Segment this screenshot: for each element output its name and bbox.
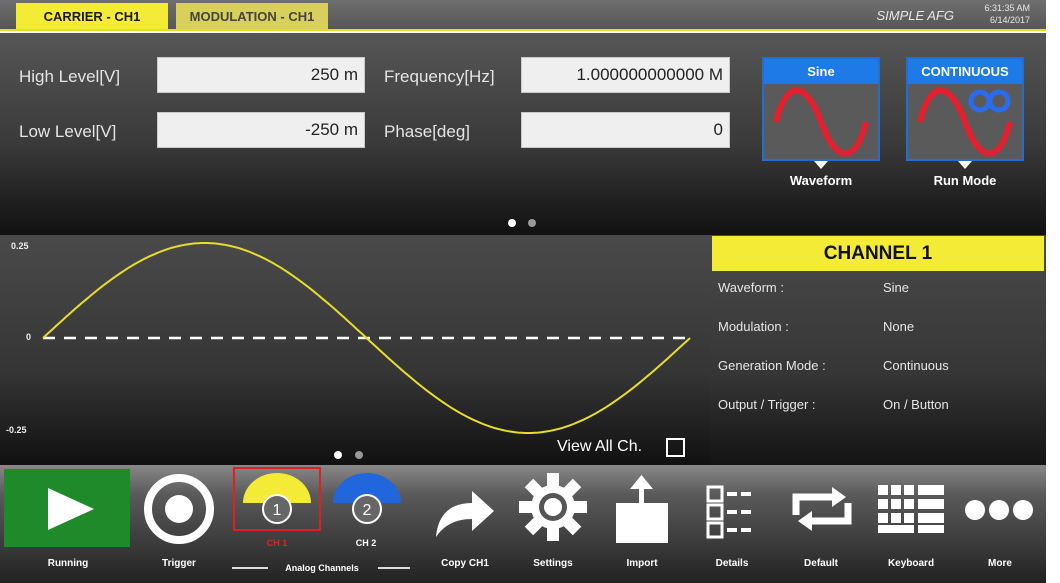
info-generation-mode-value: Continuous <box>883 358 949 373</box>
channel-title: CHANNEL 1 <box>712 236 1044 271</box>
page-dot[interactable] <box>528 219 536 227</box>
copy-label: Copy CH1 <box>441 558 489 569</box>
tab-carrier[interactable]: CARRIER - CH1 <box>16 3 168 29</box>
keypad-icon[interactable] <box>876 483 946 535</box>
info-output-trigger-value: On / Button <box>883 397 949 412</box>
run-button[interactable] <box>4 469 130 547</box>
view-all-channels-label: View All Ch. <box>557 438 643 455</box>
run-label: Running <box>47 558 89 569</box>
import-icon[interactable] <box>612 473 672 545</box>
low-level-field[interactable]: -250 m <box>157 112 365 148</box>
waveform-caption: Waveform <box>789 173 853 188</box>
info-waveform-value: Sine <box>883 280 910 295</box>
waveform-dropdown-icon[interactable] <box>814 161 828 169</box>
frequency-label: Frequency[Hz] <box>384 67 495 86</box>
channel-1-gauge-icon: 1 <box>243 473 311 524</box>
settings-label: Settings <box>533 558 573 569</box>
gear-icon[interactable] <box>517 471 589 543</box>
plot-page-dot-active[interactable] <box>334 451 342 459</box>
play-icon <box>48 488 94 530</box>
channel-2-number: 2 <box>363 502 372 519</box>
trigger-button[interactable] <box>143 473 215 545</box>
channel-1-label: CH 1 <box>266 538 288 548</box>
more-dots-icon[interactable] <box>964 495 1034 525</box>
channel-2-button[interactable]: 2 <box>325 469 409 529</box>
plot-page-dot[interactable] <box>355 451 363 459</box>
bottom-toolbar: Running Trigger 1 CH 1 2 CH 2 Analog Cha… <box>0 465 1046 583</box>
infinity-icon <box>917 87 1013 157</box>
phase-label: Phase[deg] <box>384 122 471 141</box>
analog-rule-right <box>378 567 410 569</box>
parameter-panel: High Level[V] 250 m Low Level[V] -250 m … <box>0 33 1046 235</box>
channel-2-label: CH 2 <box>355 538 377 548</box>
copy-arrow-icon[interactable] <box>432 483 498 543</box>
high-level-field[interactable]: 250 m <box>157 57 365 93</box>
waveform-plot: 0.25 0 -0.25 View All Ch. <box>0 235 710 465</box>
details-label: Details <box>715 558 749 569</box>
clock-time: 6:31:35 AM <box>984 3 1030 13</box>
high-level-label: High Level[V] <box>19 67 121 86</box>
tab-modulation[interactable]: MODULATION - CH1 <box>176 3 328 29</box>
channel-1-number: 1 <box>273 502 282 519</box>
run-mode-caption: Run Mode <box>933 173 997 188</box>
view-all-channels-checkbox[interactable] <box>666 438 685 457</box>
info-generation-mode-key: Generation Mode : <box>718 358 826 373</box>
more-label: More <box>988 558 1012 569</box>
info-output-trigger-key: Output / Trigger : <box>718 397 816 412</box>
run-mode-title: CONTINUOUS <box>908 59 1022 84</box>
channel-1-button[interactable]: 1 <box>233 467 321 531</box>
reset-loop-icon[interactable] <box>788 485 856 533</box>
details-list-icon[interactable] <box>704 483 762 541</box>
analog-channels-label: Analog Channels <box>285 563 359 573</box>
trigger-label: Trigger <box>162 558 196 569</box>
waveform-selector[interactable]: Sine <box>762 57 880 161</box>
plot-canvas <box>42 242 691 434</box>
analog-rule-left <box>232 567 268 569</box>
phase-field[interactable]: 0 <box>521 112 730 148</box>
sine-wave-icon <box>773 87 869 157</box>
page-dot-active[interactable] <box>508 219 516 227</box>
clock: 6:31:35 AM 6/14/2017 <box>984 2 1030 26</box>
info-waveform-key: Waveform : <box>718 280 784 295</box>
run-mode-selector[interactable]: CONTINUOUS <box>906 57 1024 161</box>
top-tab-bar: CARRIER - CH1 MODULATION - CH1 SIMPLE AF… <box>0 0 1046 31</box>
low-level-label: Low Level[V] <box>19 122 117 141</box>
waveform-title: Sine <box>764 59 878 84</box>
info-modulation-value: None <box>883 319 915 334</box>
clock-date: 6/14/2017 <box>989 15 1030 25</box>
import-label: Import <box>626 558 658 569</box>
channel-info-panel: CHANNEL 1 Waveform : Sine Modulation : N… <box>710 235 1046 465</box>
info-modulation-key: Modulation : <box>718 319 789 334</box>
keyboard-label: Keyboard <box>887 558 935 569</box>
frequency-field[interactable]: 1.000000000000 M <box>521 57 730 93</box>
default-label: Default <box>804 558 838 569</box>
app-title: SIMPLE AFG <box>876 8 954 23</box>
run-mode-dropdown-icon[interactable] <box>958 161 972 169</box>
